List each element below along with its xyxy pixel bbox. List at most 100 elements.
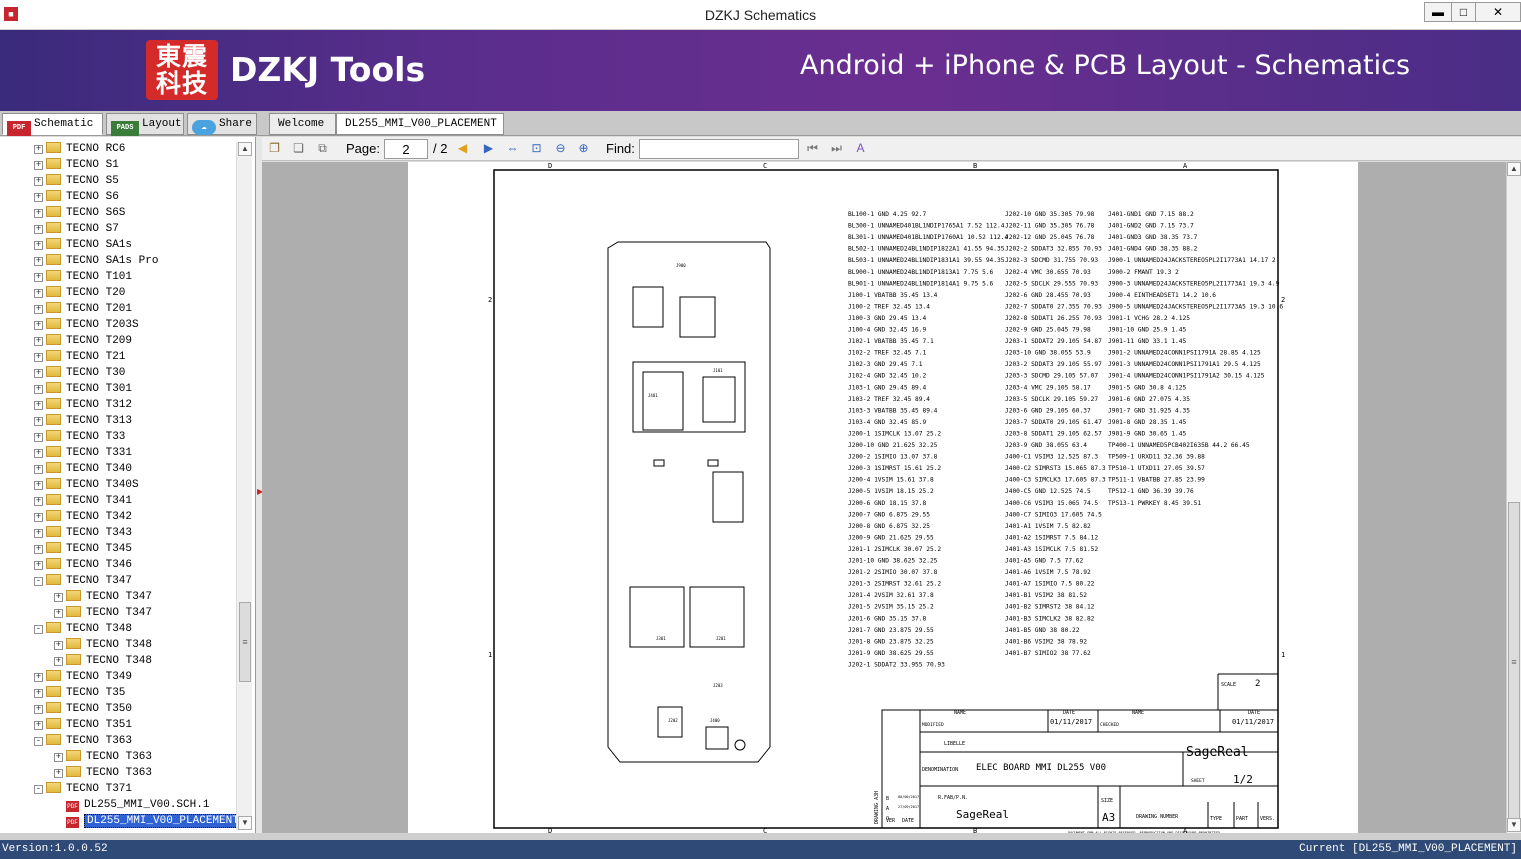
tree-folder-item[interactable]: + TECNO T348 xyxy=(54,637,152,653)
expand-icon[interactable]: + xyxy=(54,753,63,762)
viewer-scroll-thumb[interactable]: ≡ xyxy=(1508,502,1520,822)
prev-page-icon[interactable]: ◀ xyxy=(454,140,471,157)
tree-folder-item[interactable]: + TECNO T363 xyxy=(54,749,152,765)
copy-icon[interactable]: ❏ xyxy=(290,140,307,157)
fit-page-icon[interactable]: ⊡ xyxy=(528,140,545,157)
tab-layout[interactable]: PADS Layout xyxy=(106,113,184,136)
viewer-hscroll[interactable] xyxy=(0,833,1521,840)
tree-folder-item[interactable]: - TECNO T363 xyxy=(34,733,132,749)
expand-icon[interactable]: + xyxy=(54,657,63,666)
tree-folder-item[interactable]: + TECNO T351 xyxy=(34,717,132,733)
close-button[interactable]: ✕ xyxy=(1475,2,1521,22)
tree-folder-item[interactable]: + TECNO T33 xyxy=(34,429,125,445)
tree-folder-item[interactable]: + TECNO S7 xyxy=(34,221,119,237)
tab-schematic[interactable]: PDF Schematic xyxy=(2,113,103,136)
expand-icon[interactable]: + xyxy=(34,209,43,218)
tree-folder-item[interactable]: + TECNO T363 xyxy=(54,765,152,781)
expand-icon[interactable]: + xyxy=(34,369,43,378)
expand-icon[interactable]: + xyxy=(34,161,43,170)
expand-icon[interactable]: + xyxy=(34,481,43,490)
tab-share[interactable]: ☁ Share xyxy=(187,113,257,135)
tree-folder-item[interactable]: + TECNO T20 xyxy=(34,285,125,301)
tree-folder-item[interactable]: + TECNO T30 xyxy=(34,365,125,381)
tree-folder-item[interactable]: + TECNO T345 xyxy=(34,541,132,557)
tree-folder-item[interactable]: + TECNO T347 xyxy=(54,605,152,621)
expand-icon[interactable]: + xyxy=(34,721,43,730)
tree-folder-item[interactable]: + TECNO T312 xyxy=(34,397,132,413)
expand-icon[interactable]: + xyxy=(34,177,43,186)
tree-folder-item[interactable]: - TECNO T347 xyxy=(34,573,132,589)
tree-scrollbar[interactable]: ▲ ≡ ▼ xyxy=(236,142,252,830)
tree-folder-item[interactable]: - TECNO T371 xyxy=(34,781,132,797)
tree-folder-item[interactable]: + TECNO T209 xyxy=(34,333,132,349)
expand-icon[interactable]: + xyxy=(34,689,43,698)
tab-placement[interactable]: DL255_MMI_V00_PLACEMENT× xyxy=(336,113,504,151)
expand-icon[interactable]: + xyxy=(54,769,63,778)
expand-icon[interactable]: + xyxy=(34,193,43,202)
viewer-scroll-up-icon[interactable]: ▲ xyxy=(1507,162,1521,176)
tree-folder-item[interactable]: + TECNO T101 xyxy=(34,269,132,285)
tree-file-item[interactable]: PDF DL255_MMI_V00_PLACEMENT xyxy=(54,813,242,829)
tree-folder-item[interactable]: + TECNO T341 xyxy=(34,493,132,509)
tree-folder-item[interactable]: + TECNO T203S xyxy=(34,317,139,333)
zoom-out-icon[interactable]: ⊖ xyxy=(552,140,569,157)
tree-folder-item[interactable]: + TECNO S6 xyxy=(34,189,119,205)
expand-icon[interactable]: + xyxy=(34,497,43,506)
expand-icon[interactable]: + xyxy=(34,321,43,330)
tree-file-item[interactable]: PDF DL255_MMI_V00.SCH.1 xyxy=(54,797,209,813)
tree-folder-item[interactable]: + TECNO T331 xyxy=(34,445,132,461)
page-number-input[interactable] xyxy=(384,139,428,159)
viewer-scrollbar[interactable]: ▲ ≡ ▼ xyxy=(1506,162,1521,833)
tree-folder-item[interactable]: + TECNO T35 xyxy=(34,685,125,701)
tree-folder-item[interactable]: + TECNO T340 xyxy=(34,461,132,477)
expand-icon[interactable]: + xyxy=(34,241,43,250)
expand-icon[interactable]: + xyxy=(54,641,63,650)
expand-icon[interactable]: + xyxy=(34,433,43,442)
scroll-down-icon[interactable]: ▼ xyxy=(238,816,252,830)
tree-scroll-thumb[interactable]: ≡ xyxy=(239,602,251,682)
expand-icon[interactable]: + xyxy=(34,145,43,154)
tree-folder-item[interactable]: + TECNO SA1s Pro xyxy=(34,253,158,269)
next-page-icon[interactable]: ▶ xyxy=(480,140,497,157)
tree-folder-item[interactable]: - TECNO T348 xyxy=(34,621,132,637)
pages-icon[interactable]: ⧉ xyxy=(314,140,331,157)
expand-icon[interactable]: + xyxy=(54,593,63,602)
expand-icon[interactable]: + xyxy=(54,609,63,618)
tree-folder-item[interactable]: + TECNO T349 xyxy=(34,669,132,685)
minimize-button[interactable]: ▬ xyxy=(1424,2,1452,22)
tab-welcome[interactable]: Welcome xyxy=(269,113,336,135)
tree-folder-item[interactable]: + TECNO T313 xyxy=(34,413,132,429)
tree-folder-item[interactable]: + TECNO T201 xyxy=(34,301,132,317)
expand-icon[interactable]: + xyxy=(34,273,43,282)
tree-folder-item[interactable]: + TECNO T301 xyxy=(34,381,132,397)
find-input[interactable] xyxy=(639,139,799,159)
expand-icon[interactable]: + xyxy=(34,401,43,410)
expand-icon[interactable]: + xyxy=(34,225,43,234)
document-viewer[interactable]: DCBADCBA2211 J401 J900 J101 J301 J201 J202 J20… xyxy=(262,162,1506,833)
open-file-icon[interactable]: ❐ xyxy=(266,140,283,157)
expand-icon[interactable]: + xyxy=(34,385,43,394)
tree-folder-item[interactable]: + TECNO S1 xyxy=(34,157,119,173)
zoom-in-icon[interactable]: ⊕ xyxy=(575,140,592,157)
scroll-up-icon[interactable]: ▲ xyxy=(238,142,252,156)
expand-icon[interactable]: + xyxy=(34,337,43,346)
expand-icon[interactable]: + xyxy=(34,417,43,426)
tree-folder-item[interactable]: + TECNO T340S xyxy=(34,477,139,493)
find-next-icon[interactable]: ⏭ xyxy=(828,140,845,157)
expand-icon[interactable]: + xyxy=(34,449,43,458)
collapse-icon[interactable]: - xyxy=(34,625,43,634)
highlight-text-icon[interactable]: A xyxy=(852,140,869,157)
expand-icon[interactable]: + xyxy=(34,353,43,362)
expand-icon[interactable]: + xyxy=(34,289,43,298)
expand-icon[interactable]: + xyxy=(34,673,43,682)
tree-folder-item[interactable]: + TECNO T343 xyxy=(34,525,132,541)
collapse-icon[interactable]: - xyxy=(34,785,43,794)
tree-folder-item[interactable]: + TECNO T342 xyxy=(34,509,132,525)
expand-icon[interactable]: + xyxy=(34,513,43,522)
find-previous-icon[interactable]: ⏮ xyxy=(804,140,821,157)
collapse-icon[interactable]: - xyxy=(34,737,43,746)
collapse-icon[interactable]: - xyxy=(34,577,43,586)
tree-folder-item[interactable]: + TECNO T350 xyxy=(34,701,132,717)
viewer-scroll-down-icon[interactable]: ▼ xyxy=(1507,818,1521,832)
expand-icon[interactable]: + xyxy=(34,257,43,266)
